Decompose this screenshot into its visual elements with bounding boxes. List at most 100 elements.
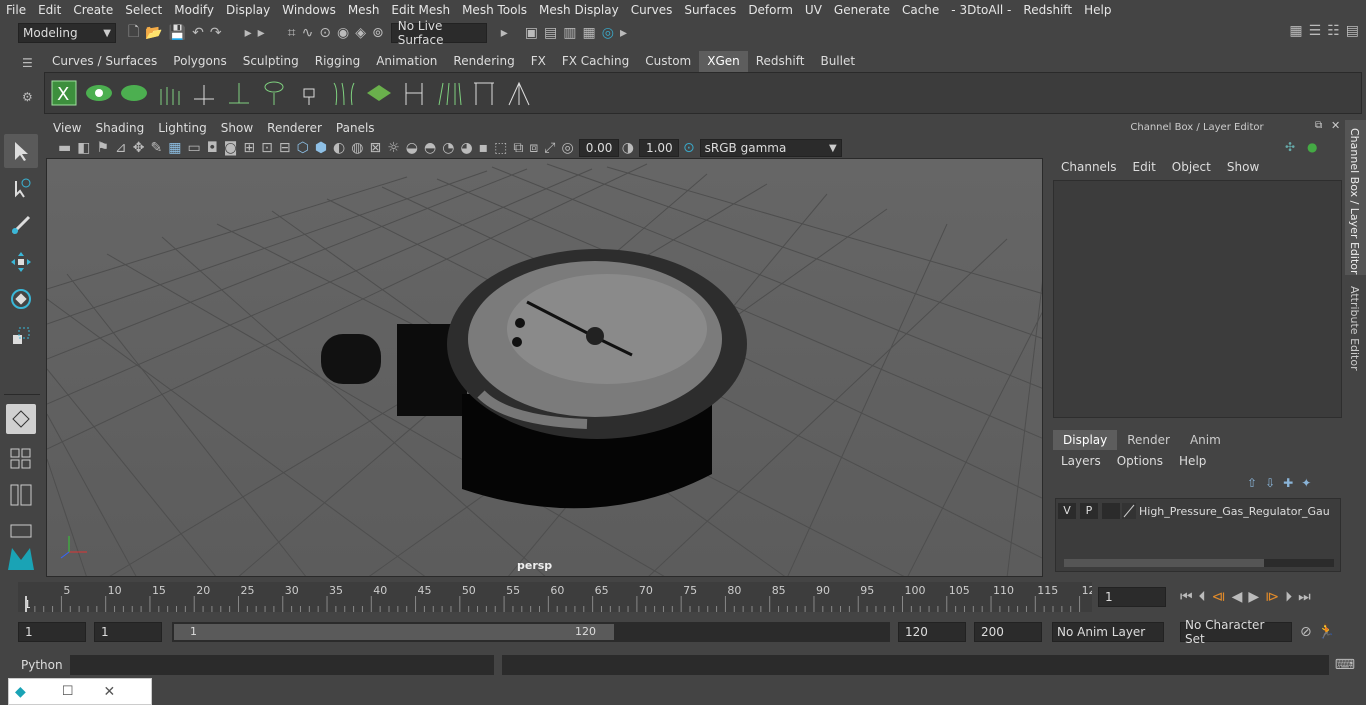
- select-tool-icon[interactable]: [4, 134, 38, 168]
- interactive-groom-icon[interactable]: [469, 77, 499, 109]
- field-chart-icon[interactable]: ⊞: [243, 140, 255, 156]
- viewport-menu-item[interactable]: Shading: [88, 121, 151, 135]
- menu-item[interactable]: Display: [220, 3, 276, 17]
- step-back-frame-icon[interactable]: ⧏: [1212, 589, 1226, 605]
- float-panel-icon[interactable]: ⧉: [1315, 120, 1322, 131]
- safe-action-icon[interactable]: ⊡: [261, 140, 273, 156]
- menu-item[interactable]: Redshift: [1017, 3, 1078, 17]
- snap-grid-icon[interactable]: ⌗: [288, 25, 296, 41]
- play-forwards-icon[interactable]: ▶: [1248, 589, 1259, 605]
- manipulator-icon[interactable]: ✣: [1285, 140, 1295, 154]
- step-forward-key-icon[interactable]: ⏵: [1285, 589, 1292, 605]
- sidebar-toggle-icon[interactable]: ▸: [620, 25, 627, 41]
- gamma-icon[interactable]: ◑: [622, 140, 634, 156]
- safe-title-icon[interactable]: ⊟: [279, 140, 291, 156]
- layer-playback-toggle[interactable]: P: [1080, 503, 1098, 519]
- viewport-menu-item[interactable]: Panels: [329, 121, 382, 135]
- exposure-field[interactable]: 0.00: [578, 139, 619, 157]
- close-window-icon[interactable]: ✕: [103, 684, 115, 700]
- gate-mask-icon[interactable]: ◙: [224, 140, 238, 156]
- single-perspective-view-icon[interactable]: [6, 404, 36, 434]
- menu-item[interactable]: Mesh Display: [533, 3, 625, 17]
- paint-select-tool-icon[interactable]: [4, 208, 38, 242]
- shelf-tab[interactable]: Rigging: [307, 51, 368, 72]
- menu-item[interactable]: Edit: [32, 3, 67, 17]
- viewport-menu-item[interactable]: View: [46, 121, 88, 135]
- outliner-layout-icon[interactable]: [4, 478, 38, 512]
- color-space-select[interactable]: sRGB gamma ▼: [699, 139, 842, 157]
- motion-blur-icon[interactable]: ◔: [442, 140, 454, 156]
- add-guide-icon[interactable]: [154, 77, 184, 109]
- image-plane-icon[interactable]: ⊿: [115, 140, 127, 156]
- film-gate-icon[interactable]: ▭: [187, 140, 200, 156]
- xray-icon[interactable]: ⊠: [369, 140, 381, 156]
- live-surface-field[interactable]: No Live Surface: [390, 19, 487, 47]
- layer-color-swatch[interactable]: [1122, 503, 1136, 519]
- render-settings-icon[interactable]: ▦: [583, 25, 596, 41]
- go-to-end-icon[interactable]: ⏭: [1298, 589, 1311, 605]
- modifier-icon[interactable]: [434, 77, 464, 109]
- scene-start-field[interactable]: 1: [18, 622, 86, 642]
- resolution-gate-icon[interactable]: ◘: [207, 140, 218, 156]
- rotate-tool-icon[interactable]: [4, 282, 38, 316]
- channel-box-menu-item[interactable]: Edit: [1125, 160, 1164, 174]
- close-panel-icon[interactable]: ✕: [1331, 119, 1340, 132]
- camera-select-icon[interactable]: ▬: [58, 140, 71, 156]
- current-frame-field[interactable]: 1: [1098, 587, 1166, 607]
- menu-item[interactable]: Select: [119, 3, 168, 17]
- xray-joints-icon[interactable]: ⧉: [513, 140, 523, 156]
- time-slider[interactable]: 5 10 15 20 25 30 35 40 45 50 55 60 65 70 75 80 85 90 95 100…: [18, 582, 1096, 612]
- place-guide-icon[interactable]: [224, 77, 254, 109]
- viewport-menu-item[interactable]: Renderer: [260, 121, 329, 135]
- layer-scrollbar[interactable]: [1064, 559, 1334, 567]
- smooth-shade-icon[interactable]: ⬢: [315, 140, 327, 156]
- render-frame-icon[interactable]: ▤: [544, 25, 557, 41]
- hierarchy-icon[interactable]: ▸: [258, 25, 265, 41]
- step-forward-frame-icon[interactable]: ⧐: [1265, 589, 1279, 605]
- channel-list[interactable]: [1053, 180, 1342, 418]
- wireframe-icon[interactable]: ⬡: [297, 140, 309, 156]
- range-slider-handle[interactable]: 1 120: [174, 624, 614, 640]
- layer-editor-tab[interactable]: Render: [1117, 430, 1180, 450]
- auto-key-icon[interactable]: ⊘: [1300, 624, 1312, 640]
- menu-item[interactable]: Create: [67, 3, 119, 17]
- menu-item[interactable]: Generate: [828, 3, 896, 17]
- modeling-toolkit-icon[interactable]: ▦: [1289, 23, 1302, 39]
- menu-item[interactable]: Surfaces: [678, 3, 742, 17]
- tool-settings-toggle-icon[interactable]: ☷: [1327, 23, 1340, 39]
- shelf-tab[interactable]: Redshift: [748, 51, 813, 72]
- shelf-tab[interactable]: Bullet: [812, 51, 863, 72]
- layer-menu-item[interactable]: Help: [1171, 454, 1214, 468]
- command-language-label[interactable]: Python: [21, 658, 63, 672]
- lasso-tool-icon[interactable]: [4, 171, 38, 205]
- shelf-tab[interactable]: Curves / Surfaces: [44, 51, 165, 72]
- guide-visibility-icon[interactable]: [259, 77, 289, 109]
- menu-item[interactable]: Curves: [625, 3, 679, 17]
- mode-select[interactable]: Modeling ▼: [18, 22, 116, 43]
- ipr-render-icon[interactable]: ▥: [563, 25, 576, 41]
- xgen-groom-icon[interactable]: [364, 77, 394, 109]
- layer-name[interactable]: High_Pressure_Gas_Regulator_Gauge: [1139, 505, 1329, 518]
- move-tool-icon[interactable]: [4, 245, 38, 279]
- layer-row[interactable]: V P High_Pressure_Gas_Regulator_Gauge: [1056, 501, 1340, 521]
- regulator-gauge-model[interactable]: [321, 249, 747, 509]
- redo-icon[interactable]: ↷: [210, 25, 222, 41]
- speed-icon[interactable]: ●: [1307, 140, 1317, 154]
- channel-box-menu-item[interactable]: Show: [1219, 160, 1267, 174]
- shelf-tab[interactable]: Animation: [368, 51, 445, 72]
- snap-curve-icon[interactable]: ∿: [302, 25, 314, 41]
- shelf-tab[interactable]: Custom: [637, 51, 699, 72]
- side-tab-attribute-editor[interactable]: Attribute Editor: [1345, 278, 1366, 378]
- clump-icon[interactable]: [504, 77, 534, 109]
- script-editor-icon[interactable]: ⌨: [1335, 657, 1355, 673]
- isolate-select-icon[interactable]: ⬚: [494, 140, 507, 156]
- shelf-tab[interactable]: FX Caching: [554, 51, 637, 72]
- perspective-viewport[interactable]: persp: [46, 158, 1043, 577]
- attribute-editor-toggle-icon[interactable]: ☰: [1309, 23, 1322, 39]
- menu-item[interactable]: File: [0, 3, 32, 17]
- channel-box-toggle-icon[interactable]: ▤: [1346, 23, 1359, 39]
- command-input[interactable]: [69, 655, 495, 675]
- menu-item[interactable]: Modify: [168, 3, 220, 17]
- layer-display-type[interactable]: [1102, 503, 1120, 519]
- ambient-occlusion-icon[interactable]: ◓: [424, 140, 436, 156]
